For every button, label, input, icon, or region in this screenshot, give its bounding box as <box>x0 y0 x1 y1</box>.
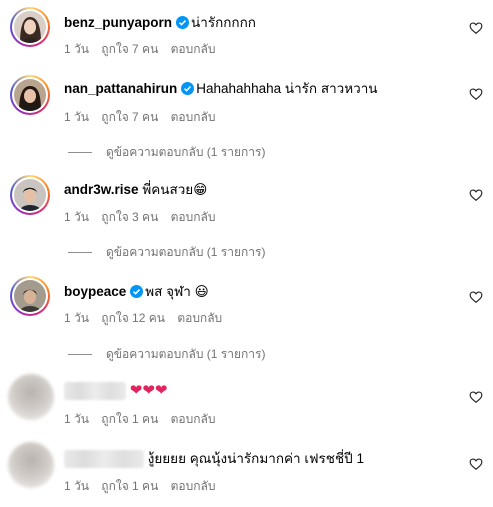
comment-username[interactable] <box>64 450 144 469</box>
comment-likes[interactable]: ถูกใจ 1 คน <box>101 479 158 493</box>
comment-time[interactable]: 1 วัน <box>64 479 89 493</box>
comment-text: งู้ยยยย คุณนุ้งน่ารักมากค่า เฟรชชี่ปี 1 <box>147 451 364 466</box>
heart-outline-icon[interactable] <box>469 457 483 471</box>
comment-item: งู้ยยยย คุณนุ้งน่ารักมากค่า เฟรชชี่ปี 1 … <box>0 0 493 500</box>
avatar[interactable] <box>8 442 54 488</box>
reply-button[interactable]: ตอบกลับ <box>171 479 216 493</box>
